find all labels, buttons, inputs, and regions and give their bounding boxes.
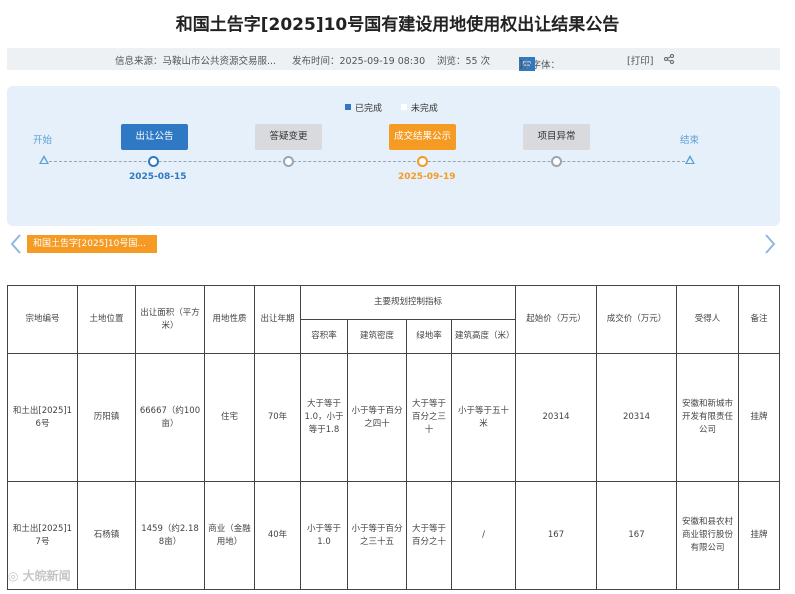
watermark-text: 大皖新闻 — [22, 569, 71, 583]
cell-density: 小于等于百分之三十五 — [347, 481, 407, 590]
header-area: 出让面积（平方米） — [135, 285, 205, 354]
cell-winner: 安徽和新城市开发有限责任公司 — [676, 353, 740, 482]
page-title: 和国土告字[2025]10号国有建设用地使用权出让结果公告 — [175, 15, 620, 35]
step-result-node — [417, 156, 428, 167]
watermark: ◎ 大皖新闻 — [8, 567, 71, 584]
step-announcement-node — [148, 156, 159, 167]
info-source: 信息来源：马鞍山市公共资源交易服... — [115, 56, 277, 67]
cell-location: 历阳镇 — [77, 353, 136, 482]
timeline-line — [44, 161, 690, 162]
timeline-start-label: 开始 — [33, 135, 53, 146]
header-far: 容积率 — [300, 319, 348, 354]
header-green: 绿地率 — [406, 319, 452, 354]
share-icon[interactable] — [664, 54, 674, 64]
step-exception-button[interactable]: 项目异常 — [523, 124, 590, 150]
cell-area: 1459（约2.188亩） — [135, 481, 205, 590]
legend-done-swatch — [345, 104, 351, 110]
step-announcement-date: 2025-08-15 — [129, 172, 187, 182]
chevron-right-icon[interactable] — [764, 233, 776, 255]
font-size-label-close: 】 — [519, 60, 529, 71]
step-qa-change-button[interactable]: 答疑变更 — [255, 124, 322, 150]
table-header-row: 宗地编号 土地位置 出让面积（平方米） 用地性质 出让年期 主要规划控制指标 起… — [7, 285, 781, 354]
chevron-left-icon[interactable] — [10, 233, 22, 255]
timeline-end-label: 结束 — [680, 135, 700, 146]
cell-use: 商业（金融用地） — [204, 481, 255, 590]
cell-height: / — [450, 481, 517, 590]
header-start-price: 起始价（万元） — [515, 285, 598, 354]
table-row: 和土出[2025]16号 历阳镇 66667（约100亩） 住宅 70年 大于等… — [7, 353, 781, 482]
info-views: 浏览：55 次 — [437, 56, 491, 67]
cell-winner: 安徽和县农村商业银行股份有限公司 — [676, 481, 740, 590]
step-result-button[interactable]: 成交结果公示 — [389, 124, 456, 150]
step-exception-node — [551, 156, 562, 167]
cell-term: 70年 — [254, 353, 301, 482]
cell-start-price: 20314 — [515, 353, 598, 482]
header-winner: 受得人 — [676, 285, 740, 354]
cell-far: 小于等于1.0 — [300, 481, 348, 590]
header-parcel-no: 宗地编号 — [7, 285, 78, 354]
result-table: 宗地编号 土地位置 出让面积（平方米） 用地性质 出让年期 主要规划控制指标 起… — [7, 285, 781, 590]
cell-remark: 挂牌 — [738, 353, 781, 482]
header-density: 建筑密度 — [347, 319, 407, 354]
cell-remark: 挂牌 — [738, 481, 781, 590]
header-remark: 备注 — [738, 285, 781, 354]
info-publish-time: 发布时间：2025-09-19 08:30 — [292, 56, 426, 67]
header-use: 用地性质 — [204, 285, 255, 354]
cell-use: 住宅 — [204, 353, 255, 482]
cell-deal-price: 167 — [596, 481, 678, 590]
header-deal-price: 成交价（万元） — [596, 285, 678, 354]
progress-timeline: 已完成 未完成 开始 出让公告 2025-08-15 答疑变更 成交结果公示 2… — [7, 86, 780, 226]
step-announcement-button[interactable]: 出让公告 — [121, 124, 188, 150]
cell-far: 大于等于1.0，小于等于1.8 — [300, 353, 348, 482]
step-qa-change-node — [283, 156, 294, 167]
cell-green: 大于等于百分之三十 — [406, 353, 452, 482]
table-row: 和土出[2025]17号 石杨镇 1459（约2.188亩） 商业（金融用地） … — [7, 481, 781, 590]
cell-term: 40年 — [254, 481, 301, 590]
header-location: 土地位置 — [77, 285, 136, 354]
timeline-start-icon — [39, 155, 49, 164]
timeline-legend: 已完成 未完成 — [345, 101, 438, 114]
cell-green: 大于等于百分之十 — [406, 481, 452, 590]
legend-todo-label: 未完成 — [410, 104, 438, 114]
step-result-date: 2025-09-19 — [398, 172, 456, 182]
cell-density: 小于等于百分之四十 — [347, 353, 407, 482]
header-height: 建筑高度（米） — [450, 319, 517, 354]
header-term: 出让年期 — [254, 285, 301, 354]
cell-area: 66667（约100亩） — [135, 353, 205, 482]
print-link[interactable]: [打印] — [627, 53, 653, 67]
cell-height: 小于等于五十米 — [450, 353, 517, 482]
watermark-logo-icon: ◎ — [8, 569, 23, 583]
cell-deal-price: 20314 — [596, 353, 678, 482]
cell-start-price: 167 — [515, 481, 598, 590]
legend-done-label: 已完成 — [355, 104, 383, 114]
tab-announcement[interactable]: 和国土告字[2025]10号国... — [27, 235, 157, 253]
info-bar: 信息来源：马鞍山市公共资源交易服... 发布时间：2025-09-19 08:3… — [7, 48, 780, 71]
cell-location: 石杨镇 — [77, 481, 136, 590]
header-indicators: 主要规划控制指标 — [299, 285, 517, 320]
legend-todo-swatch — [400, 104, 407, 110]
timeline-end-icon — [685, 155, 695, 164]
cell-parcel-no: 和土出[2025]16号 — [7, 353, 78, 482]
